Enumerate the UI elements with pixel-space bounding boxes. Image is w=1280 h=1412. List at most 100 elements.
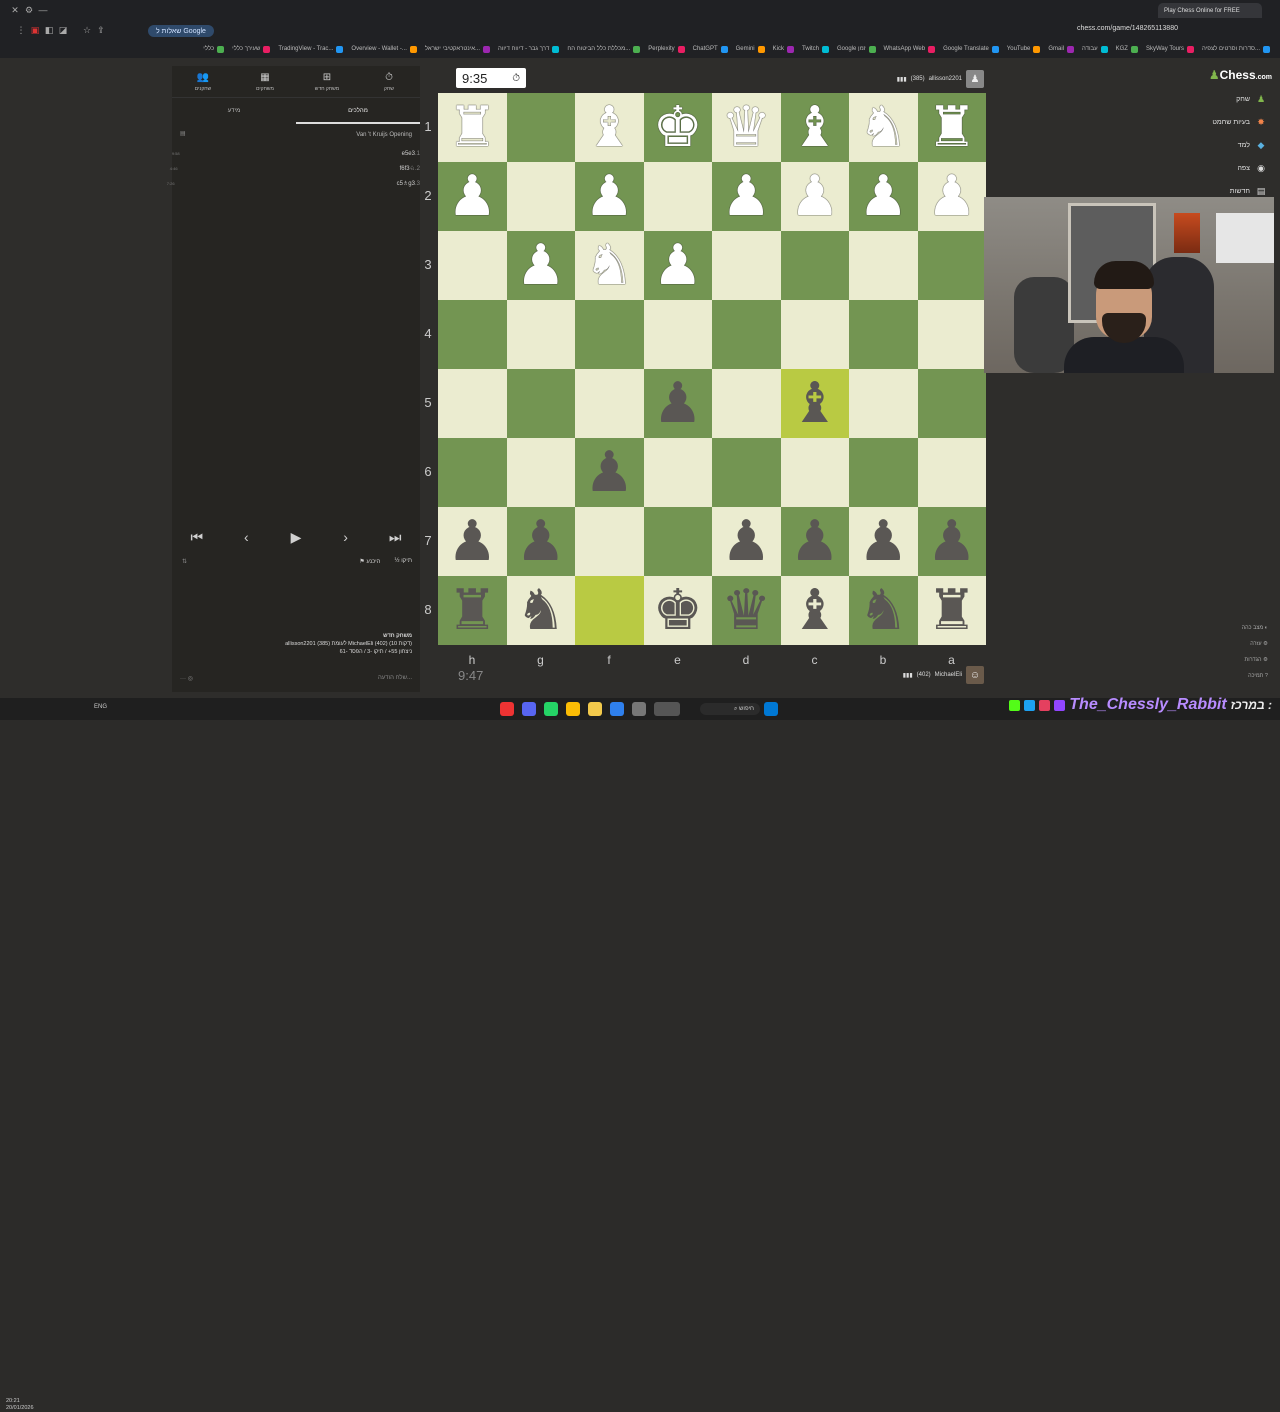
tab-new-game[interactable]: ⊞ משחק חדש xyxy=(296,66,358,97)
board-square[interactable]: ♚ xyxy=(643,576,712,645)
board-square[interactable]: ♞ xyxy=(575,231,644,300)
bookmark-item[interactable]: KGZ xyxy=(1116,45,1138,53)
bookmark-item[interactable]: סדרות וסרטים לצפיה... xyxy=(1202,45,1270,53)
address-bar[interactable]: chess.com/game/148265113880 xyxy=(1077,25,1178,32)
white-pawn-icon[interactable]: ♟ xyxy=(721,168,771,225)
board-square[interactable]: ♟ xyxy=(506,231,575,300)
tab-moves[interactable]: מהלכים xyxy=(296,98,420,124)
chrome-icon[interactable] xyxy=(566,702,580,716)
white-pawn-icon[interactable]: ♟ xyxy=(516,237,566,294)
extension-icon[interactable]: ◧ xyxy=(42,23,56,37)
self-player[interactable]: ▮▮▮ (402) MichaelEli ☺ xyxy=(903,666,984,684)
obs-icon[interactable] xyxy=(654,702,680,716)
white-knight-icon[interactable]: ♞ xyxy=(584,237,634,294)
discord-icon[interactable] xyxy=(522,702,536,716)
share-icon[interactable]: ⇪ xyxy=(94,23,108,37)
app-icon[interactable] xyxy=(632,702,646,716)
board-square[interactable] xyxy=(643,507,712,576)
chat-placeholder[interactable]: שלח הודעה... xyxy=(378,675,412,681)
black-king-icon[interactable]: ♚ xyxy=(653,582,703,639)
bookmark-item[interactable]: Gmail xyxy=(1048,45,1075,53)
white-pawn-icon[interactable]: ♟ xyxy=(584,168,634,225)
board-square[interactable] xyxy=(506,162,575,231)
board-square[interactable] xyxy=(438,438,507,507)
black-pawn-icon[interactable]: ♟ xyxy=(516,513,566,570)
board-square[interactable] xyxy=(506,438,575,507)
black-rook-icon[interactable]: ♜ xyxy=(447,582,497,639)
board-square[interactable] xyxy=(917,300,986,369)
black-pawn-icon[interactable]: ♟ xyxy=(584,444,634,501)
move-black[interactable]: e5 xyxy=(402,151,409,157)
white-pawn-icon[interactable]: ♟ xyxy=(447,168,497,225)
board-square[interactable]: ♟ xyxy=(506,507,575,576)
chat-bar[interactable]: ··· ◎ שלח הודעה... xyxy=(172,670,420,686)
black-pawn-icon[interactable]: ♟ xyxy=(790,513,840,570)
bookmark-item[interactable]: YouTube xyxy=(1007,45,1041,53)
bookmark-item[interactable]: Twitch xyxy=(802,45,829,53)
white-pawn-icon[interactable]: ♟ xyxy=(858,168,908,225)
nav-watch[interactable]: צפה ◉ xyxy=(1237,163,1266,173)
board-square[interactable] xyxy=(712,231,781,300)
settings-link[interactable]: הגדרות ⚙ xyxy=(1210,652,1269,668)
black-knight-icon[interactable]: ♞ xyxy=(858,582,908,639)
extension-icon[interactable]: ◪ xyxy=(56,23,70,37)
board-square[interactable] xyxy=(575,300,644,369)
board-square[interactable]: ♜ xyxy=(917,93,986,162)
star-icon[interactable]: ☆ xyxy=(80,23,94,37)
board-square[interactable]: ♛ xyxy=(712,93,781,162)
board-square[interactable] xyxy=(712,438,781,507)
first-move-button[interactable]: ⏮ xyxy=(179,525,215,549)
tab-info[interactable]: מידע xyxy=(172,98,296,124)
black-knight-icon[interactable]: ♞ xyxy=(516,582,566,639)
bookmark-item[interactable]: כללי xyxy=(203,45,225,53)
board-square[interactable] xyxy=(712,300,781,369)
search-box[interactable]: ⌕ חיפוש xyxy=(700,703,760,715)
chess-board[interactable]: ♜ ♝ ♚ ♛ ♝ ♞ ♜ ♟ ♟ ♟ ♟ ♟ ♟ ♟ ♞ ♟ ♟ ♝ ♟ ♟ ♟ ♟ ♟ ♟ ♟ ♜ ♞ ♚ ♛ ♝ ♞ ♜ xyxy=(438,93,986,645)
black-bishop-icon[interactable]: ♝ xyxy=(790,582,840,639)
board-square[interactable] xyxy=(849,300,918,369)
move-white[interactable]: e3 xyxy=(408,151,415,157)
opponent-player[interactable]: ▮▮▮ (385) allisson2201 ♟ xyxy=(897,70,984,88)
board-square[interactable] xyxy=(438,369,507,438)
bookmark-item[interactable]: TradingView - Trac... xyxy=(278,45,344,53)
board-square[interactable] xyxy=(917,369,986,438)
bookmark-item[interactable]: Google זמן xyxy=(837,45,876,53)
board-square[interactable]: ♟ xyxy=(575,438,644,507)
google-search-pill[interactable]: שאלות ל Google xyxy=(148,25,214,37)
bookmark-item[interactable]: מכללת כלל הביטוח הח... xyxy=(567,45,641,53)
board-square[interactable]: ♜ xyxy=(438,576,507,645)
flip-board-icon[interactable]: ⇅ xyxy=(182,558,187,565)
minimize-icon[interactable]: — xyxy=(36,3,50,17)
bookmark-item[interactable]: ChatGPT xyxy=(693,45,728,53)
board-square[interactable]: ♟ xyxy=(438,162,507,231)
dark-mode-link[interactable]: מצב כהה ◐ xyxy=(1210,620,1268,636)
whatsapp-icon[interactable] xyxy=(544,702,558,716)
bookmark-item[interactable]: Overview - Wallet -... xyxy=(351,45,417,53)
board-square[interactable]: ♟ xyxy=(712,162,781,231)
board-square[interactable] xyxy=(849,369,918,438)
board-square[interactable] xyxy=(712,369,781,438)
board-square[interactable] xyxy=(506,369,575,438)
bookmark-item[interactable]: אינטראקטיבי ישראל... xyxy=(425,45,490,53)
board-square[interactable]: ♝ xyxy=(780,93,849,162)
white-bishop-icon[interactable]: ♝ xyxy=(584,99,634,156)
bookmark-item[interactable]: דרך גבר - דיווח דיווה xyxy=(498,45,560,53)
bookmark-item[interactable]: Kick xyxy=(773,45,794,53)
board-square[interactable] xyxy=(575,576,644,645)
black-pawn-icon[interactable]: ♟ xyxy=(447,513,497,570)
board-square[interactable] xyxy=(575,507,644,576)
white-rook-icon[interactable]: ♜ xyxy=(927,99,977,156)
move-black[interactable]: f6 xyxy=(400,166,405,172)
previous-move-button[interactable]: ‹ xyxy=(228,525,264,549)
language-indicator[interactable]: ENG xyxy=(94,704,107,710)
board-square[interactable]: ♟ xyxy=(643,369,712,438)
board-square[interactable]: ♟ xyxy=(643,231,712,300)
board-square[interactable]: ♜ xyxy=(438,93,507,162)
nav-puzzles[interactable]: בעיות שחמט ✸ xyxy=(1212,117,1266,127)
board-square[interactable]: ♛ xyxy=(712,576,781,645)
board-square[interactable]: ♟ xyxy=(780,162,849,231)
board-square[interactable]: ♞ xyxy=(506,576,575,645)
system-clock[interactable]: 20:21 20/01/2026 xyxy=(6,1398,34,1412)
bookmark-item[interactable]: שעירך כללי xyxy=(232,45,271,53)
bookmark-item[interactable]: WhatsApp Web xyxy=(884,45,936,53)
